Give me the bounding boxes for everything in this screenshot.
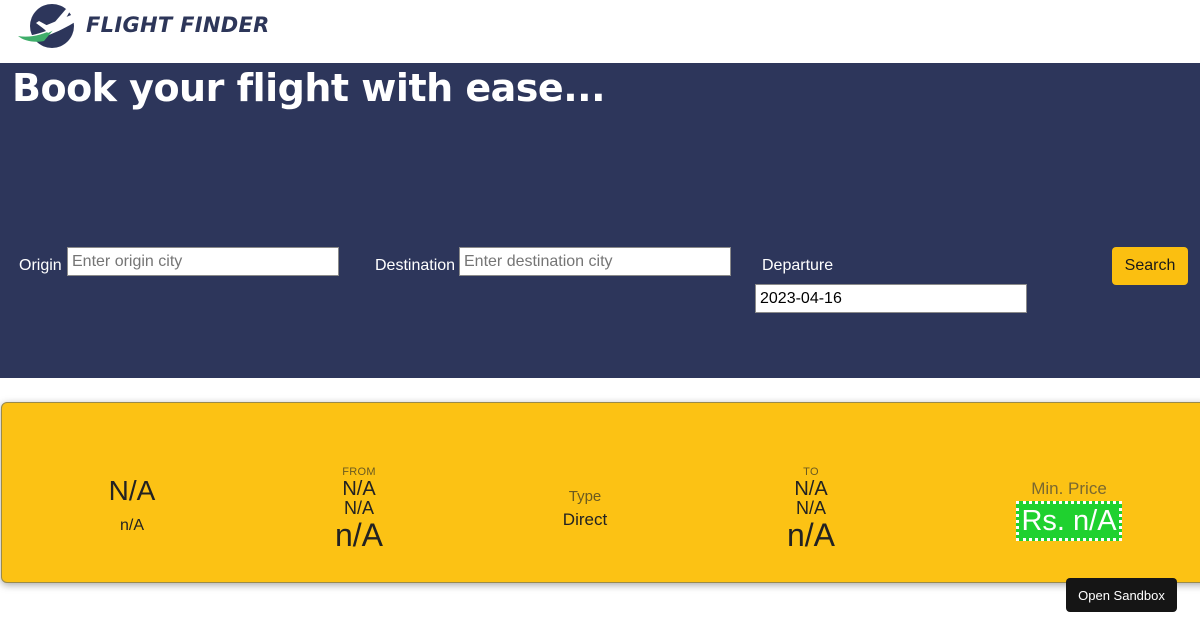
from-column: FROM N/A N/A n/A xyxy=(309,466,409,553)
departure-date-input[interactable] xyxy=(755,284,1027,313)
brand-name[interactable]: FLIGHT FINDER xyxy=(86,13,270,37)
hero-title: Book your flight with ease... xyxy=(12,66,606,110)
from-city: N/A xyxy=(342,478,376,500)
to-time: n/A xyxy=(786,517,836,553)
airline-name: N/A xyxy=(108,475,156,506)
search-hero: Book your flight with ease... Origin Des… xyxy=(0,63,1200,378)
destination-label: Destination xyxy=(375,257,456,274)
from-time: n/A xyxy=(334,517,384,553)
from-code: N/A xyxy=(343,498,374,518)
departure-label: Departure xyxy=(762,257,834,274)
type-column: Type Direct xyxy=(535,488,635,530)
open-sandbox-button[interactable]: Open Sandbox xyxy=(1066,578,1177,612)
destination-input[interactable] xyxy=(459,247,731,276)
type-value: Direct xyxy=(562,510,608,529)
to-code: N/A xyxy=(795,498,826,518)
origin-label: Origin xyxy=(19,257,62,274)
price-caption: Min. Price xyxy=(1031,479,1107,498)
to-city: N/A xyxy=(794,478,828,500)
search-button[interactable]: Search xyxy=(1112,247,1188,285)
from-caption: FROM xyxy=(342,466,376,478)
airline-column: N/A n/A xyxy=(82,475,182,535)
flight-result-card[interactable]: N/A n/A FROM N/A N/A n/A Type Direct TO … xyxy=(1,402,1200,583)
flight-number: n/A xyxy=(119,517,144,534)
price-column: Min. Price Rs. n/A xyxy=(989,479,1149,541)
to-column: TO N/A N/A n/A xyxy=(761,466,861,553)
plane-globe-logo-icon[interactable] xyxy=(14,3,82,49)
to-caption: TO xyxy=(803,466,819,478)
top-navbar: FLIGHT FINDER xyxy=(0,0,1200,63)
type-caption: Type xyxy=(568,488,602,505)
min-price-badge: Rs. n/A xyxy=(1016,501,1122,541)
origin-input[interactable] xyxy=(67,247,339,276)
